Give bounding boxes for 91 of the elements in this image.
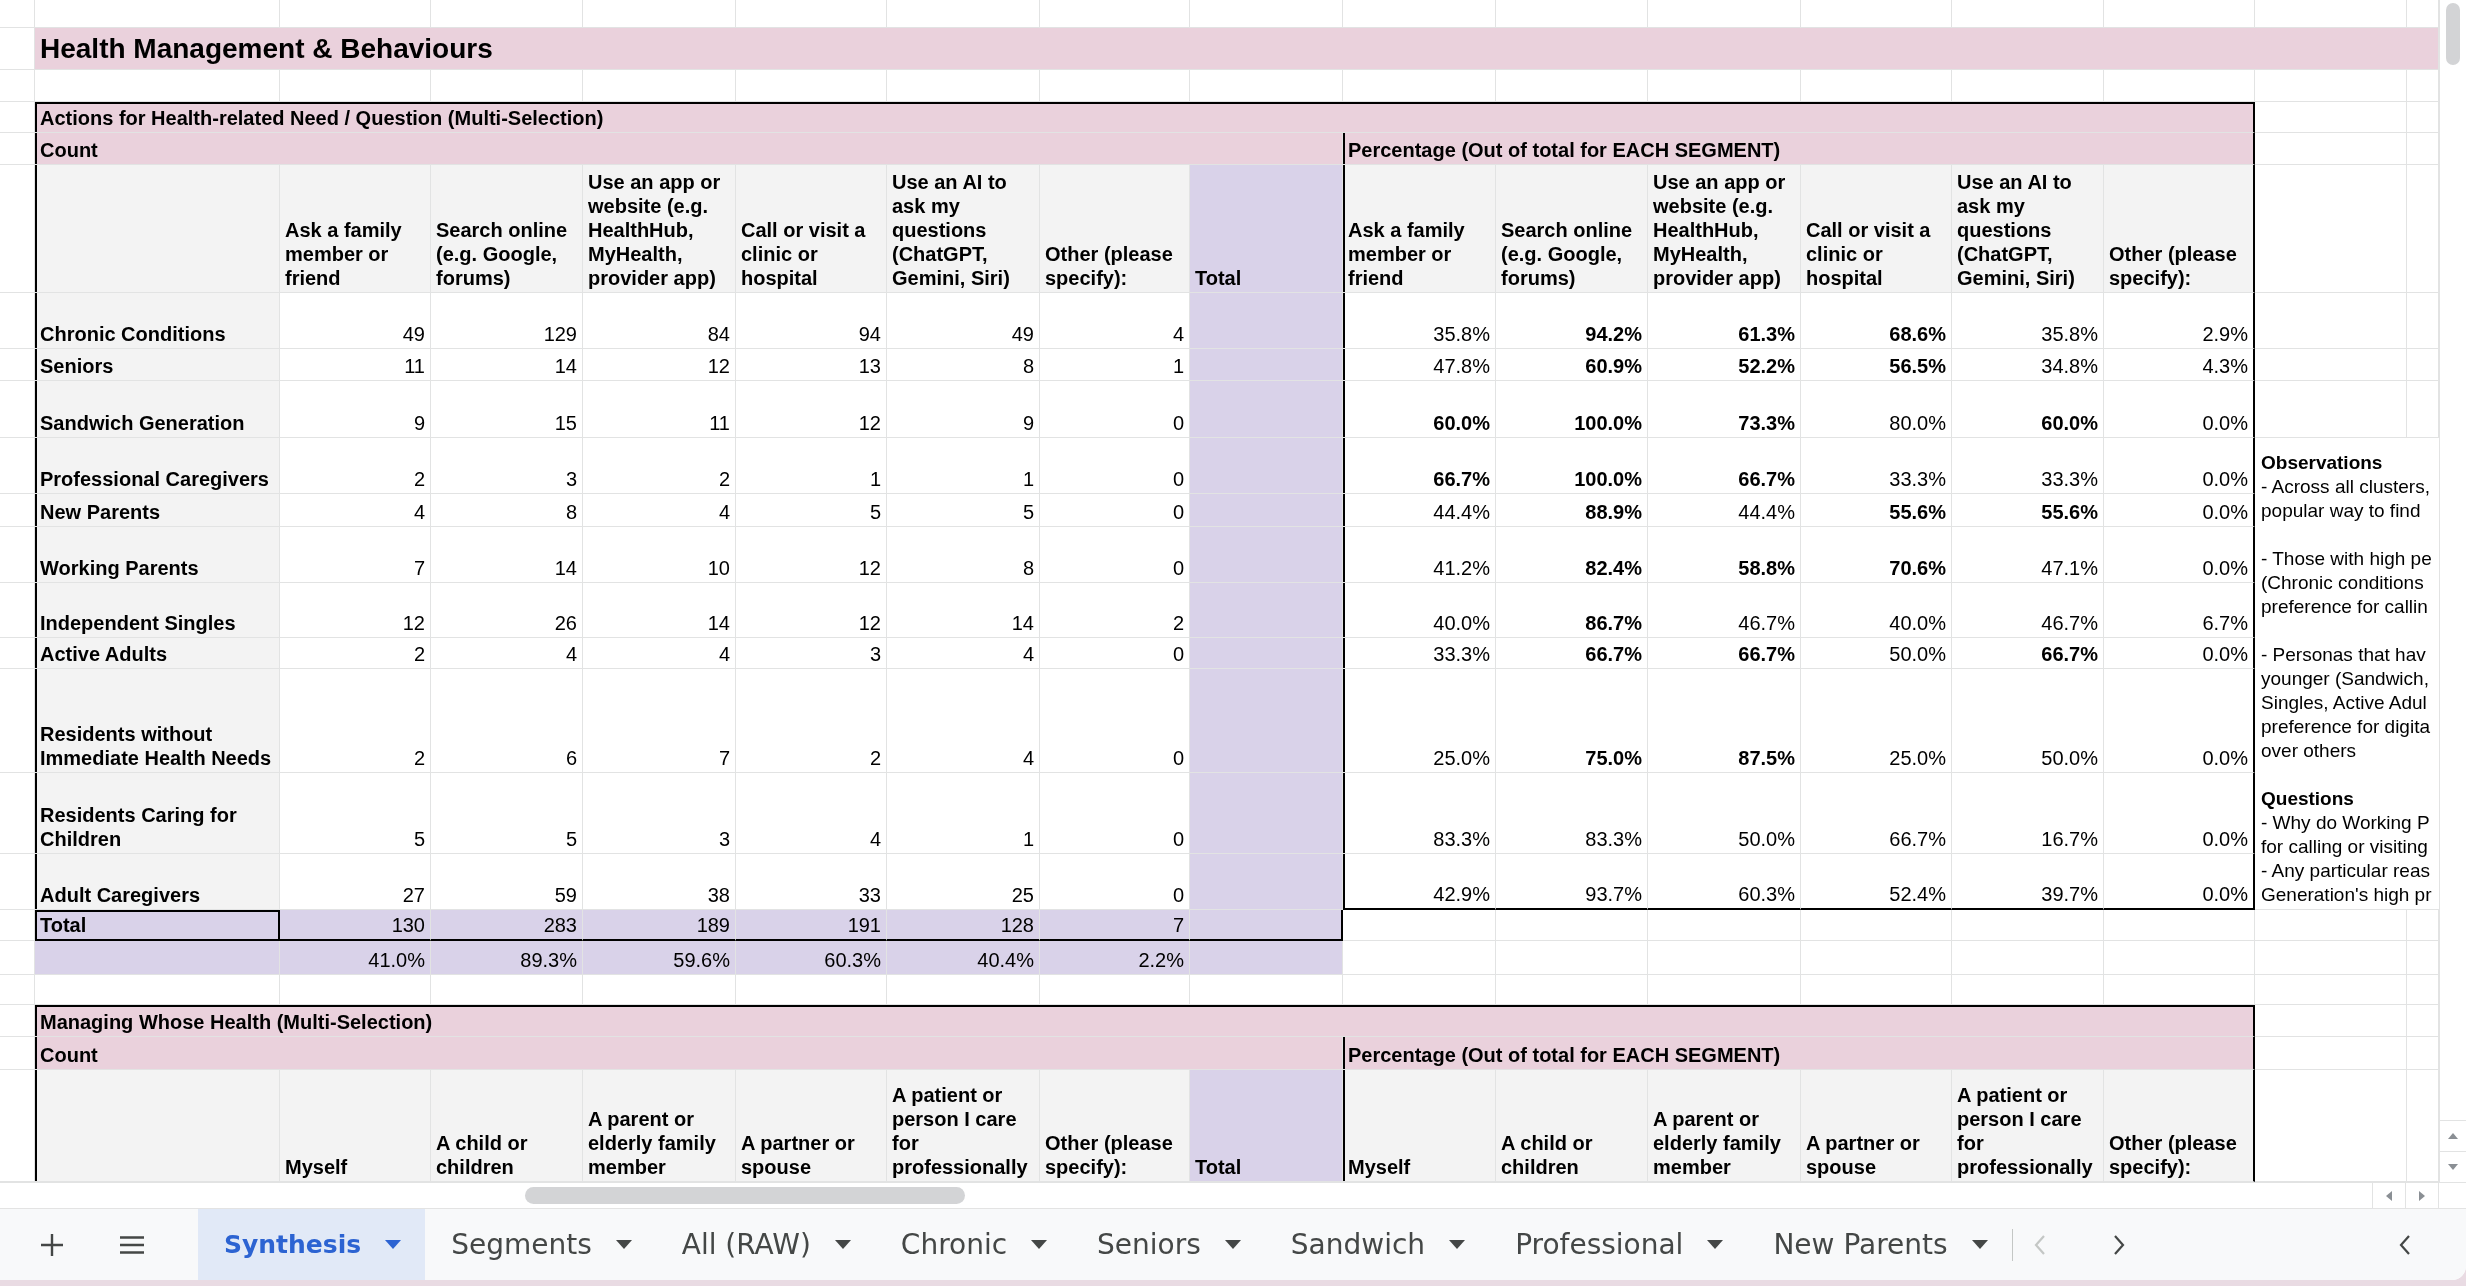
column-header: Search online (e.g. Google, forums) — [1496, 165, 1648, 293]
column-header: Use an AI to ask my questions (ChatGPT, Gemini, Siri) — [887, 165, 1040, 293]
column-header: Other (please specify): — [2104, 1070, 2255, 1182]
table-cell: 59.6% — [583, 941, 736, 975]
row-header: New Parents — [35, 494, 280, 527]
caret-down-icon[interactable] — [834, 1240, 851, 1249]
section-label: Count — [35, 133, 1343, 165]
caret-down-icon[interactable] — [1031, 1240, 1048, 1249]
caret-down-icon[interactable] — [1971, 1240, 1988, 1249]
column-header: Ask a family member or friend — [280, 165, 431, 293]
section-label: Count — [35, 1037, 1343, 1070]
table-title: Managing Whose Health (Multi-Selection) — [35, 1005, 2255, 1037]
row-header: Independent Singles — [35, 583, 280, 638]
column-header: A patient or person I care for professionally — [887, 1070, 1040, 1182]
table-title: Actions for Health-related Need / Question (Multi-Selection) — [35, 102, 2255, 133]
sheet-tab[interactable]: Segments — [425, 1209, 656, 1280]
scrollbar-thumb[interactable] — [525, 1187, 965, 1204]
column-header: Use an app or website (e.g. HealthHub, MyHealth, provider app) — [1648, 165, 1801, 293]
menu-icon[interactable] — [120, 1235, 144, 1254]
column-header: A child or children — [1496, 1070, 1648, 1182]
note-text: - Across all clusters, popular way to find — [2261, 475, 2430, 523]
sheet-tab[interactable]: Seniors — [1071, 1209, 1265, 1280]
table-cell: 189 — [583, 910, 736, 941]
sheet-tab[interactable]: New Parents — [1747, 1209, 2012, 1280]
note-text: - Why do Working P for calling or visiting - Any particular reas Generation's high pr — [2261, 811, 2432, 907]
note-text: - Personas that hav younger (Sandwich, Singles, Active Adul preference for digita over others — [2261, 643, 2430, 763]
table-cell: 130 — [280, 910, 431, 941]
caret-down-icon[interactable] — [615, 1240, 632, 1249]
row-header: Residents Caring for Children — [35, 773, 280, 854]
triangle-right-icon[interactable] — [2419, 1190, 2425, 1201]
plus-icon[interactable] — [41, 1233, 63, 1256]
column-header: A parent or elderly family member — [1648, 1070, 1801, 1182]
table-cell: 2.2% — [1040, 941, 1190, 975]
sheet-title: Health Management & Behaviours — [35, 28, 2439, 70]
column-header: Other (please specify): — [2104, 165, 2255, 293]
table-cell: 191 — [736, 910, 887, 941]
row-header: Seniors — [35, 349, 280, 381]
note-heading: Questions — [2261, 787, 2354, 811]
column-header: Ask a family member or friend — [1343, 165, 1496, 293]
column-header: Call or visit a clinic or hospital — [1801, 165, 1952, 293]
note-text: - Those with high pe (Chronic conditions preference for callin — [2261, 547, 2432, 619]
caret-down-icon[interactable] — [385, 1240, 402, 1249]
row-header: Adult Caregivers — [35, 854, 280, 910]
column-header: Other (please specify): — [1040, 165, 1190, 293]
row-header: Residents without Immediate Health Needs — [35, 669, 280, 773]
column-header: A partner or spouse — [736, 1070, 887, 1182]
section-label: Percentage (Out of total for EACH SEGMENT) — [1343, 133, 2255, 165]
chevron-right-icon[interactable] — [2112, 1233, 2125, 1256]
column-header: Myself — [280, 1070, 431, 1182]
chevron-left-icon[interactable] — [2399, 1233, 2411, 1256]
column-header: Other (please specify): — [1040, 1070, 1190, 1182]
column-header: Search online (e.g. Google, forums) — [431, 165, 583, 293]
table-cell: 41.0% — [280, 941, 431, 975]
column-header: Call or visit a clinic or hospital — [736, 165, 887, 293]
column-header: A child or children — [431, 1070, 583, 1182]
column-header: Total — [1190, 165, 1343, 293]
table-cell: 42.9% — [1343, 854, 1496, 910]
row-header: Chronic Conditions — [35, 293, 280, 349]
row-header: Total — [35, 910, 280, 941]
sheet-tab[interactable]: Sandwich — [1264, 1209, 1490, 1280]
sheet-tab[interactable]: Professional — [1489, 1209, 1748, 1280]
column-header: Myself — [1343, 1070, 1496, 1182]
triangle-left-icon[interactable] — [2386, 1190, 2392, 1201]
caret-down-icon[interactable] — [1449, 1240, 1466, 1249]
table-cell: 283 — [431, 910, 583, 941]
scrollbar-thumb[interactable] — [2446, 3, 2460, 65]
column-header: A patient or person I care for professionally — [1952, 1070, 2104, 1182]
triangle-down-icon[interactable] — [2448, 1164, 2458, 1170]
column-header: Use an app or website (e.g. HealthHub, MyHealth, provider app) — [583, 165, 736, 293]
triangle-up-icon[interactable] — [2448, 1133, 2458, 1139]
table-cell: 0.0% — [2104, 854, 2255, 910]
column-header: A parent or elderly family member — [583, 1070, 736, 1182]
section-label: Percentage (Out of total for EACH SEGMENT) — [1343, 1037, 2255, 1070]
caret-down-icon[interactable] — [1224, 1240, 1241, 1249]
table-cell: 7 — [1040, 910, 1190, 941]
sheet-tab[interactable]: All (RAW) — [655, 1209, 875, 1280]
column-header: Total — [1190, 1070, 1343, 1182]
table-cell: 40.4% — [887, 941, 1040, 975]
row-header: Working Parents — [35, 527, 280, 583]
row-header: Active Adults — [35, 638, 280, 669]
table-cell: 89.3% — [431, 941, 583, 975]
row-header: Sandwich Generation — [35, 381, 280, 438]
caret-down-icon[interactable] — [1707, 1240, 1724, 1249]
row-header: Professional Caregivers — [35, 438, 280, 494]
table-cell: 60.3% — [736, 941, 887, 975]
column-header: Use an AI to ask my questions (ChatGPT, Gemini, Siri) — [1952, 165, 2104, 293]
note-heading: Observations — [2261, 451, 2383, 475]
table-cell: 128 — [887, 910, 1040, 941]
column-header: A partner or spouse — [1801, 1070, 1952, 1182]
sheet-tab[interactable]: Chronic — [874, 1209, 1072, 1280]
sheet-tab[interactable]: Synthesis — [198, 1209, 426, 1280]
